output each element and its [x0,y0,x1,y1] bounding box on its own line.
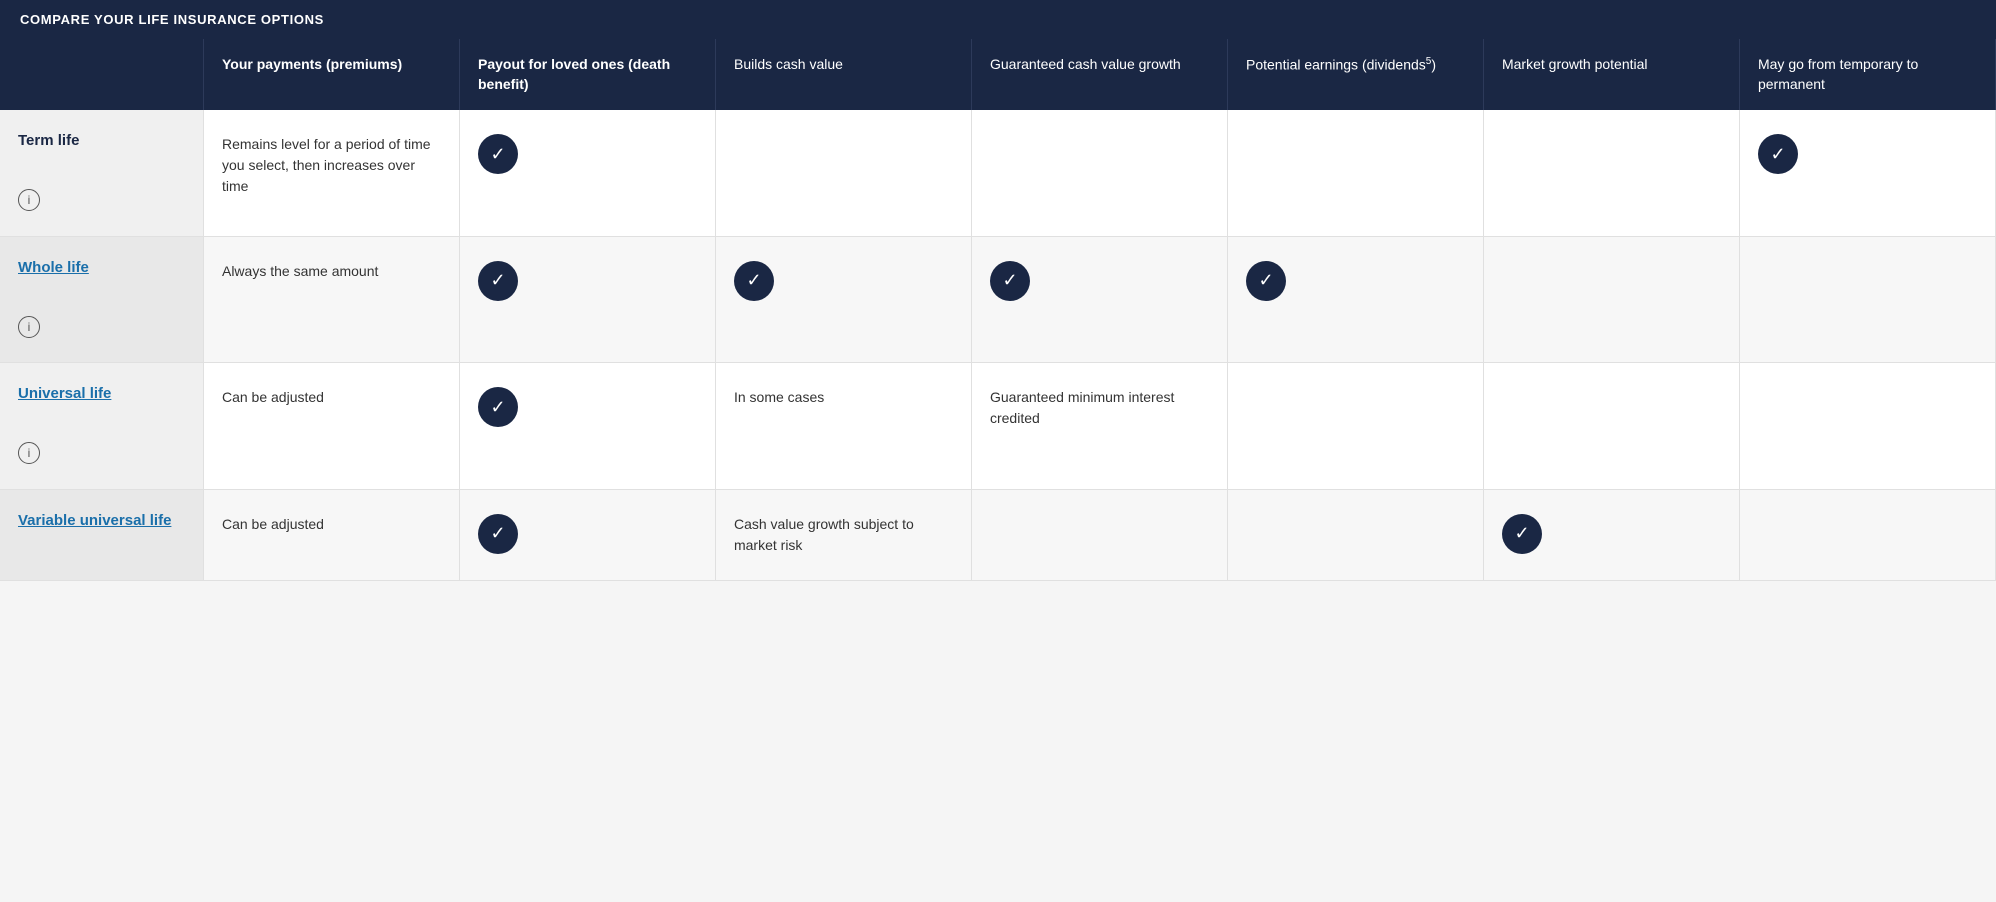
dividends-term_life [1227,110,1483,236]
row-label-variable_universal_life: Variable universal life [0,489,203,580]
cash-value-term_life [715,110,971,236]
table-row: Variable universal life Can be adjusted ✓ C… [0,489,1996,580]
row-label-term_life: Term life i [0,110,203,236]
col-header-dividends: Potential earnings (dividends5) [1227,39,1483,110]
check-icon: ✓ [1246,261,1286,301]
check-icon: ✓ [1502,514,1542,554]
row-type-label[interactable]: Whole life [18,257,185,280]
comparison-table: Your payments (premiums) Payout for love… [0,39,1996,581]
check-icon: ✓ [478,261,518,301]
table-row: Whole life i Always the same amount ✓ ✓ ✓ ✓ [0,236,1996,363]
guaranteed-cash-universal_life: Guaranteed minimum interest credited [971,363,1227,490]
market-growth-whole_life [1483,236,1739,363]
check-icon: ✓ [478,514,518,554]
cash-value-universal_life: In some cases [715,363,971,490]
temporary-permanent-term_life: ✓ [1739,110,1995,236]
death-benefit-universal_life: ✓ [459,363,715,490]
col-header-temporary-permanent: May go from temporary to permanent [1739,39,1995,110]
page-title: COMPARE YOUR LIFE INSURANCE OPTIONS [0,0,1996,39]
row-type-label: Term life [18,130,185,153]
market-growth-term_life [1483,110,1739,236]
death-benefit-variable_universal_life: ✓ [459,489,715,580]
check-icon: ✓ [1758,134,1798,174]
info-icon[interactable]: i [18,189,40,211]
check-icon: ✓ [734,261,774,301]
check-icon: ✓ [990,261,1030,301]
col-header-type [0,39,203,110]
temporary-permanent-universal_life [1739,363,1995,490]
row-label-whole_life: Whole life i [0,236,203,363]
table-row: Term life i Remains level for a period of … [0,110,1996,236]
guaranteed-cash-term_life [971,110,1227,236]
premiums-whole_life: Always the same amount [203,236,459,363]
col-header-cash-value: Builds cash value [715,39,971,110]
col-header-market-growth: Market growth potential [1483,39,1739,110]
check-icon: ✓ [478,387,518,427]
premiums-universal_life: Can be adjusted [203,363,459,490]
guaranteed-cash-whole_life: ✓ [971,236,1227,363]
compare-table-container: COMPARE YOUR LIFE INSURANCE OPTIONS Your… [0,0,1996,581]
temporary-permanent-variable_universal_life [1739,489,1995,580]
dividends-whole_life: ✓ [1227,236,1483,363]
premiums-term_life: Remains level for a period of time you s… [203,110,459,236]
col-header-premiums: Your payments (premiums) [203,39,459,110]
cash-value-variable_universal_life: Cash value growth subject to market risk [715,489,971,580]
row-type-label[interactable]: Universal life [18,383,185,406]
row-type-label[interactable]: Variable universal life [18,510,185,533]
dividends-variable_universal_life [1227,489,1483,580]
table-header-row: Your payments (premiums) Payout for love… [0,39,1996,110]
cash-value-whole_life: ✓ [715,236,971,363]
col-header-guaranteed-cash: Guaranteed cash value growth [971,39,1227,110]
premiums-variable_universal_life: Can be adjusted [203,489,459,580]
col-header-death-benefit: Payout for loved ones (death benefit) [459,39,715,110]
check-icon: ✓ [478,134,518,174]
market-growth-universal_life [1483,363,1739,490]
market-growth-variable_universal_life: ✓ [1483,489,1739,580]
death-benefit-term_life: ✓ [459,110,715,236]
dividends-universal_life [1227,363,1483,490]
info-icon[interactable]: i [18,442,40,464]
row-label-universal_life: Universal life i [0,363,203,490]
superscript-5: 5 [1426,56,1432,67]
death-benefit-whole_life: ✓ [459,236,715,363]
table-row: Universal life i Can be adjusted ✓ In some c… [0,363,1996,490]
temporary-permanent-whole_life [1739,236,1995,363]
info-icon[interactable]: i [18,316,40,338]
guaranteed-cash-variable_universal_life [971,489,1227,580]
